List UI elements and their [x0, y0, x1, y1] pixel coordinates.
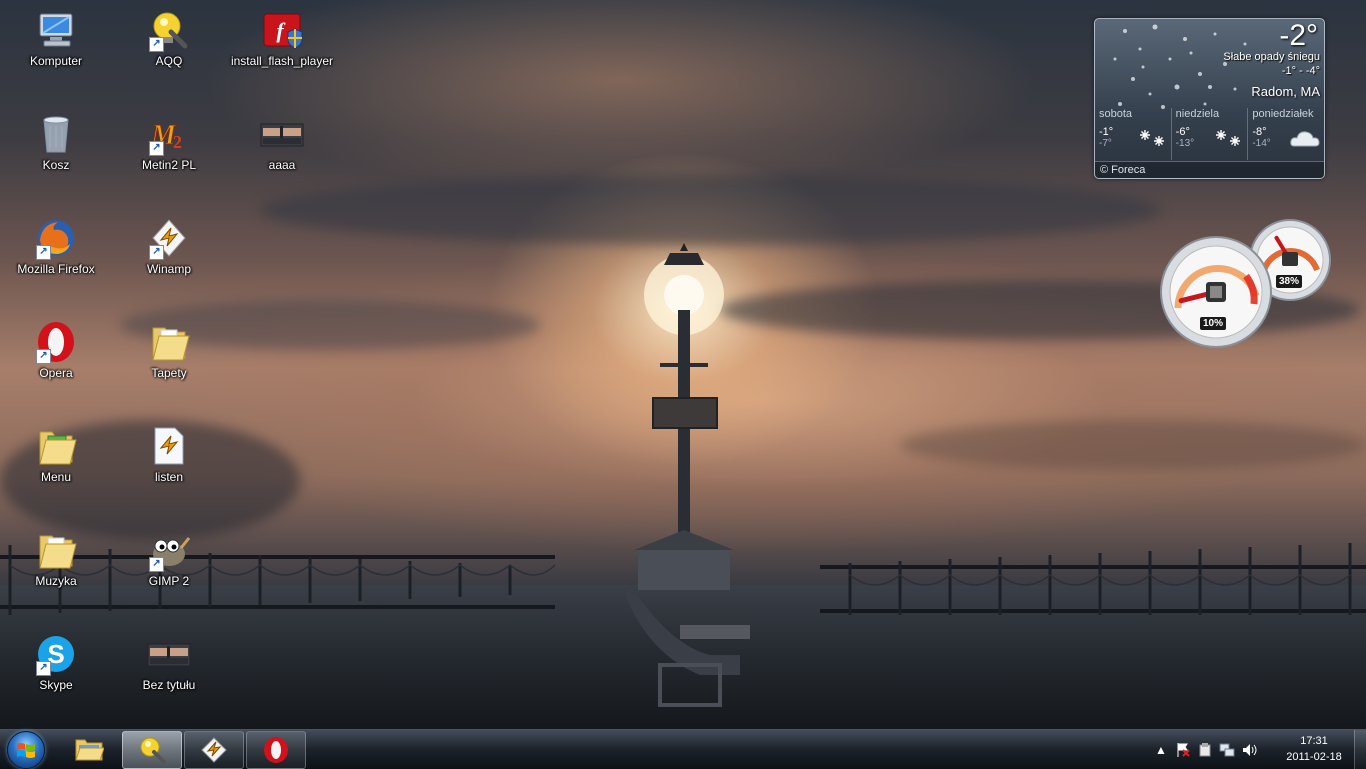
desktop-icon-label: Metin2 PL	[141, 158, 197, 172]
clock-time: 17:31	[1300, 735, 1328, 747]
computer-icon	[34, 8, 78, 52]
desktop-icon-label: Muzyka	[35, 574, 77, 588]
metin2-icon: M2 ↗	[147, 112, 191, 156]
snow-icon	[1216, 130, 1241, 146]
recycle-bin-icon	[34, 112, 78, 156]
desktop-icon-kosz[interactable]: Kosz	[6, 112, 106, 172]
desktop-icon-label: Opera	[39, 366, 73, 380]
folder-icon	[75, 739, 104, 761]
taskbar: ▲ 17:31 2011-02-18	[0, 729, 1366, 769]
desktop-icon-skype[interactable]: S ↗ Skype	[6, 632, 106, 692]
shortcut-arrow-icon: ↗	[149, 245, 164, 260]
weather-city: Radom, MA	[1251, 84, 1320, 99]
desktop-icon-bez-tytulu[interactable]: Bez tytułu	[119, 632, 219, 692]
cpu-meter-gadget[interactable]: 10% 38%	[1160, 218, 1332, 350]
folder-icon	[147, 320, 191, 364]
show-desktop-button[interactable]	[1354, 730, 1366, 769]
shortcut-arrow-icon: ↗	[36, 349, 51, 364]
network-icon[interactable]	[1216, 741, 1238, 759]
forecast-row: sobota -1° -7° niedziela -6° -13° ponied…	[1095, 108, 1324, 160]
desktop-icon-label: Winamp	[146, 262, 191, 276]
desktop-icon-label: Komputer	[29, 54, 83, 68]
show-hidden-icons-icon[interactable]: ▲	[1150, 741, 1172, 759]
folder-icon	[34, 528, 78, 572]
desktop-icon-gimp-2[interactable]: ↗ GIMP 2	[119, 528, 219, 588]
folder-icon	[34, 424, 78, 468]
snow-icon	[1139, 130, 1164, 146]
flash-installer-icon: f	[260, 8, 304, 52]
desktop-icon-label: Bez tytułu	[142, 678, 196, 692]
image-thumbnail-icon	[147, 632, 191, 676]
forecast-day-name: niedziela	[1175, 108, 1220, 120]
opera-icon: ↗	[34, 320, 78, 364]
weather-gadget[interactable]: -2° Słabe opady śniegu -1° - -4° Radom, …	[1094, 18, 1325, 179]
desktop-icon-aaaa[interactable]: aaaa	[232, 112, 332, 172]
desktop-icon-install-flash-player[interactable]: f install_flash_player	[230, 8, 334, 68]
forecast-day-name: poniedziałek	[1252, 108, 1314, 120]
cpu-usage-value: 10%	[1200, 317, 1227, 330]
shortcut-arrow-icon: ↗	[149, 557, 164, 572]
desktop-icon-listen[interactable]: listen	[119, 424, 219, 484]
opera-icon	[264, 737, 288, 763]
desktop-icon-muzyka[interactable]: Muzyka	[6, 528, 106, 588]
forecast-day: poniedziałek -8° -14°	[1247, 108, 1324, 160]
weather-provider: © Foreca	[1095, 161, 1324, 178]
taskbar-aqq-button[interactable]	[122, 731, 182, 769]
forecast-day: niedziela -6° -13°	[1170, 108, 1248, 160]
skype-icon: S ↗	[34, 632, 78, 676]
clock-date: 2011-02-18	[1286, 751, 1342, 763]
aqq-icon: ↗	[147, 8, 191, 52]
desktop-icon-label: install_flash_player	[230, 54, 334, 68]
current-temperature: -2°	[1279, 19, 1318, 52]
system-tray: ▲	[1150, 730, 1260, 769]
ram-usage-value: 38%	[1276, 275, 1303, 288]
desktop-icon-opera[interactable]: ↗ Opera	[6, 320, 106, 380]
weather-condition: Słabe opady śniegu	[1223, 51, 1320, 63]
shortcut-arrow-icon: ↗	[149, 37, 164, 52]
svg-text:2: 2	[173, 132, 182, 152]
action-center-icon[interactable]	[1172, 741, 1194, 759]
desktop-icon-komputer[interactable]: Komputer	[6, 8, 106, 68]
taskbar-opera-button[interactable]	[246, 731, 306, 769]
desktop-icon-label: GIMP 2	[148, 574, 190, 588]
meter-dials	[1160, 219, 1331, 348]
desktop-icon-metin2-pl[interactable]: M2 ↗ Metin2 PL	[119, 112, 219, 173]
cloud-icon	[1290, 131, 1320, 147]
aqq-icon	[140, 737, 166, 764]
desktop-icon-winamp[interactable]: ↗ Winamp	[119, 216, 219, 276]
gimp-icon: ↗	[147, 528, 191, 572]
desktop-icon-tapety[interactable]: Tapety	[119, 320, 219, 380]
winamp-icon	[201, 737, 227, 763]
image-thumbnail-icon	[260, 112, 304, 156]
desktop-icon-aqq[interactable]: ↗ AQQ	[119, 8, 219, 68]
winamp-playlist-icon	[147, 424, 191, 468]
desktop-icon-label: listen	[154, 470, 183, 484]
desktop-icon-label: AQQ	[155, 54, 183, 68]
device-icon[interactable]	[1194, 741, 1216, 759]
temperature-range: -1° - -4°	[1281, 65, 1320, 77]
winamp-icon: ↗	[147, 216, 191, 260]
desktop-icon-label: aaaa	[268, 158, 296, 172]
shortcut-arrow-icon: ↗	[36, 661, 51, 676]
desktop-icon-menu[interactable]: Menu	[6, 424, 106, 484]
desktop-icon-label: Skype	[39, 678, 73, 692]
volume-icon[interactable]	[1238, 741, 1260, 759]
taskbar-explorer-button[interactable]	[60, 731, 118, 767]
desktop-icon-label: Kosz	[42, 158, 70, 172]
windows-logo-icon	[7, 730, 45, 769]
taskbar-clock[interactable]: 17:31 2011-02-18	[1274, 733, 1354, 765]
desktop-icon-label: Tapety	[151, 366, 187, 380]
desktop-icon-label: Menu	[40, 470, 72, 484]
shortcut-arrow-icon: ↗	[36, 245, 51, 260]
firefox-icon: ↗	[34, 216, 78, 260]
desktop-icon-label: Mozilla Firefox	[17, 262, 95, 276]
forecast-day: sobota -1° -7°	[1095, 108, 1171, 160]
shortcut-arrow-icon: ↗	[149, 141, 164, 156]
start-button[interactable]	[4, 730, 48, 769]
taskbar-winamp-button[interactable]	[184, 731, 244, 769]
desktop-icon-mozilla-firefox[interactable]: ↗ Mozilla Firefox	[6, 216, 106, 276]
forecast-day-name: sobota	[1099, 108, 1133, 120]
